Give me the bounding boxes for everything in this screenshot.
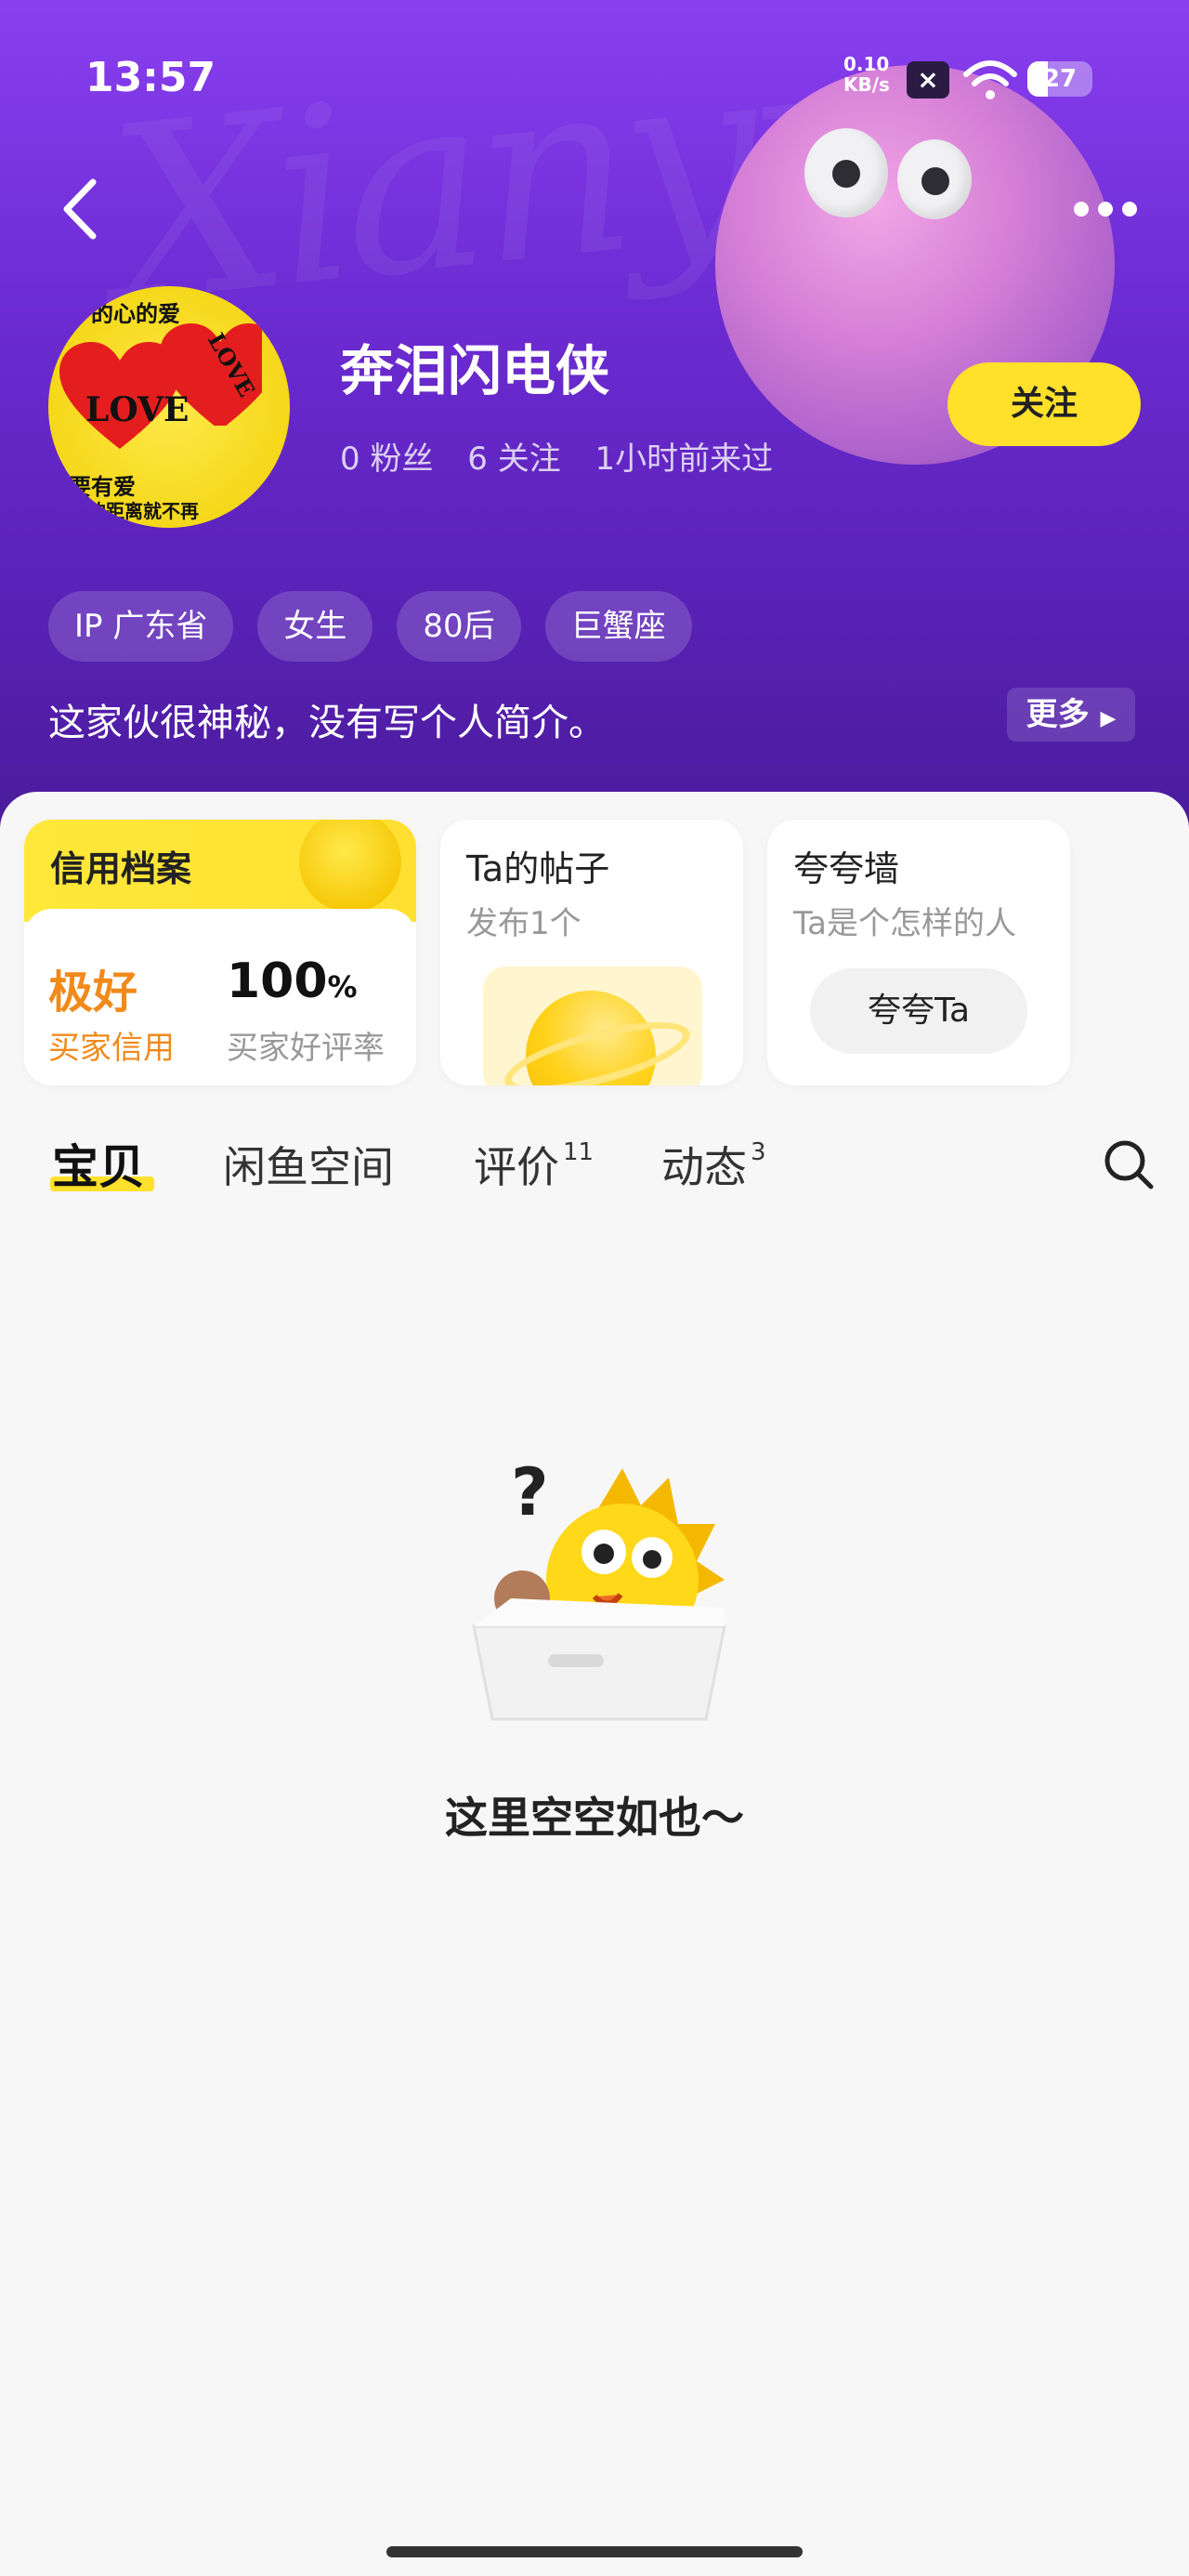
credit-card-title: 信用档案 [50, 848, 192, 889]
more-label: 更多 [1026, 696, 1090, 733]
tag-zodiac: 巨蟹座 [544, 591, 692, 662]
content-tabs: 宝贝 闲鱼空间 评价 11 动态 3 [0, 1134, 1189, 1245]
tab-xianyu-space[interactable]: 闲鱼空间 [223, 1134, 394, 1195]
tab-reviews-count: 11 [563, 1138, 594, 1166]
tab-items-label: 宝贝 [52, 1140, 145, 1194]
praise-wall-card[interactable]: 夸夸墙 Ta是个怎样的人 夸夸Ta [767, 820, 1070, 1085]
credit-card-body: 极好 买家信用 100% 买家好评率 [24, 909, 416, 1085]
tab-items[interactable]: 宝贝 [52, 1130, 145, 1197]
fans-count[interactable]: 0 粉丝 [340, 440, 433, 478]
posts-card-title: Ta的帖子 [466, 848, 610, 889]
last-seen: 1小时前来过 [594, 440, 774, 478]
planet-illustration [483, 966, 702, 1085]
mascot-pupil-right [921, 167, 949, 195]
more-button[interactable]: 更多 ▶ [1007, 688, 1135, 742]
tab-reviews-label: 评价 [474, 1142, 559, 1192]
status-bar: 13:57 0.10 KB/s × 27 [0, 0, 1189, 158]
positive-rate-unit: % [327, 969, 358, 1005]
tab-activity-label: 动态 [661, 1142, 747, 1192]
avatar[interactable]: 的心的爱 LOVE LOVE 要有爱 心的距离就不再 [48, 286, 290, 528]
battery-indicator: 27 [1027, 61, 1092, 97]
status-time: 13:57 [85, 54, 216, 101]
positive-rate-label: 买家好评率 [227, 1030, 385, 1067]
positive-rate: 100% [227, 953, 358, 1009]
profile-stats: 0 粉丝 6 关注 1小时前来过 [340, 433, 797, 479]
sim-off-icon: × [907, 61, 949, 99]
tab-reviews[interactable]: 评价 11 [474, 1134, 594, 1195]
posts-card-subtitle: 发布1个 [466, 905, 581, 942]
network-speed-value: 0.10 [843, 53, 890, 75]
praise-card-subtitle: Ta是个怎样的人 [793, 905, 1016, 942]
play-arrow-icon: ▶ [1100, 707, 1117, 730]
tab-activity[interactable]: 动态 3 [661, 1134, 766, 1195]
avatar-text-line2: 心的距离就不再 [69, 500, 199, 522]
wifi-icon [963, 60, 1017, 99]
search-icon[interactable] [1102, 1137, 1156, 1191]
posts-card[interactable]: Ta的帖子 发布1个 [440, 820, 743, 1085]
positive-rate-value: 100 [227, 953, 328, 1009]
tab-activity-count: 3 [751, 1138, 766, 1166]
mascot-pupil-left [832, 160, 860, 188]
follow-button[interactable]: 关注 [947, 362, 1141, 446]
empty-state-text: 这里空空如也～ [445, 1793, 744, 1843]
avatar-text-top: 的心的爱 [91, 300, 180, 327]
credit-profile-card[interactable]: 信用档案 极好 买家信用 100% 买家好评率 [24, 820, 416, 1085]
credit-rating-label: 买家信用 [48, 1030, 175, 1067]
back-arrow-icon[interactable] [58, 177, 100, 242]
tag-ip-location: IP 广东省 [48, 591, 234, 662]
praise-card-title: 夸夸墙 [793, 848, 900, 889]
credit-rating: 极好 [48, 966, 138, 1019]
network-speed-unit: KB/s [843, 73, 890, 96]
avatar-text-center: LOVE [85, 390, 189, 429]
tag-age-group: 80后 [397, 591, 521, 662]
more-options-icon[interactable] [1068, 191, 1143, 228]
bio-text: 这家伙很神秘，没有写个人简介。 [48, 702, 606, 744]
network-speed: 0.10 KB/s [843, 54, 890, 95]
tab-xianyu-space-label: 闲鱼空间 [223, 1142, 394, 1192]
praise-button[interactable]: 夸夸Ta [810, 968, 1027, 1054]
battery-level: 27 [1042, 65, 1078, 93]
nickname: 奔泪闪电侠 [340, 339, 610, 402]
following-count[interactable]: 6 关注 [467, 440, 560, 478]
empty-box-mascot-illustration: ? [472, 1454, 726, 1721]
profile-tags: IP 广东省 女生 80后 巨蟹座 [48, 591, 692, 662]
home-indicator[interactable] [386, 2546, 803, 2557]
tag-gender: 女生 [257, 591, 373, 662]
svg-text:?: ? [511, 1454, 549, 1531]
